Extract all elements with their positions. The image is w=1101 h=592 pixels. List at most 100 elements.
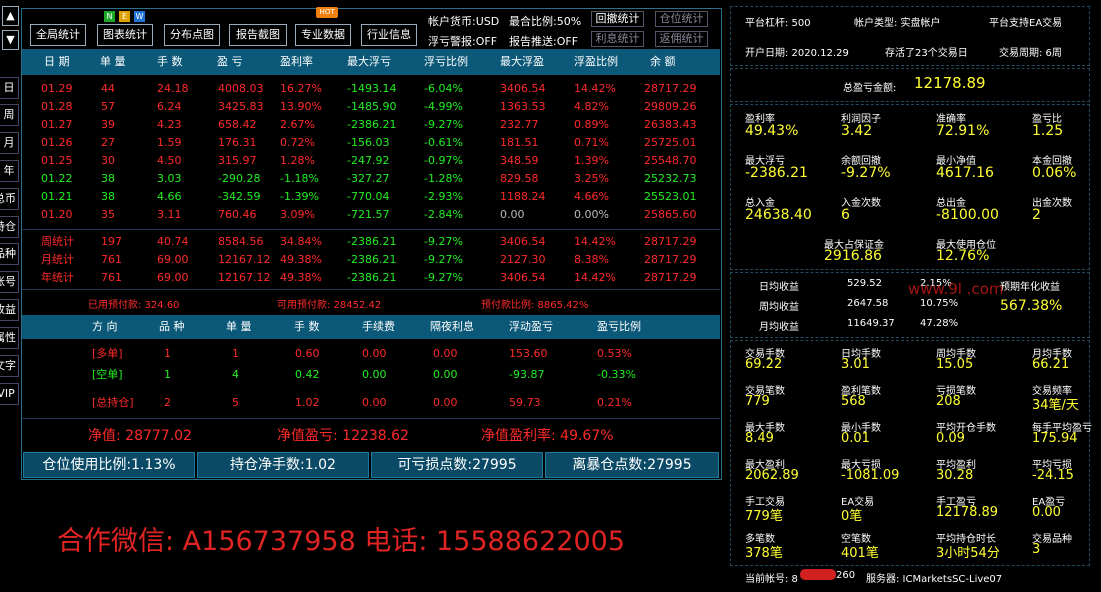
table-cell: -6.04% [424,82,463,95]
table-row[interactable]: 01.26 27 1.59 176.31 0.72% -156.03 -0.61% 181.5… [22,134,720,152]
position-cell: 0.21% [597,396,632,409]
distribution-button[interactable]: 分布点图 [164,24,220,46]
stat-value: 8.49 [745,431,774,446]
table-row[interactable]: 01.21 38 4.66 -342.59 -1.39% -770.04 -2.93% 118… [22,188,720,206]
summary-row[interactable]: 周统计 197 40.74 8584.56 34.84% -2386.21 -9.27% 34… [22,233,720,251]
table-cell: 1.59 [157,136,182,149]
tab-symbols[interactable]: 品种 [0,243,19,265]
yield-label: 月均收益 [759,322,799,333]
interest-stats-button[interactable]: 利息统计 [591,31,644,47]
leverage: 平台杠杆: 500 [745,18,811,29]
table-cell: -2.84% [424,208,463,221]
summary-cell: 周统计 [41,235,74,248]
table-row[interactable]: 01.28 57 6.24 3425.83 13.90% -1485.90 -4.99% 13… [22,98,720,116]
col-max-float-profit: 最大浮盈 [500,55,544,68]
report-screenshot-button[interactable]: 报告截图 [229,24,287,46]
summary-row[interactable]: 年统计 761 69.00 12167.12 49.38% -2386.21 -9.27% 3… [22,269,720,287]
table-cell: 4.66 [157,190,182,203]
hot-badge: HOT [316,7,338,18]
tab-account[interactable]: 账号 [0,271,19,293]
position-stats-button[interactable]: 仓位统计 [655,11,708,27]
col-direction: 方 向 [92,320,118,333]
open-date: 开户日期: 2020.12.29 [745,48,849,59]
tab-vip[interactable]: VIP [0,383,19,405]
table-cell: 4.50 [157,154,182,167]
pro-data-button[interactable]: 专业数据 [295,24,351,46]
table-cell: 01.28 [41,100,73,113]
position-cell: 0.00 [433,368,458,381]
position-cell: -93.87 [509,368,545,381]
currency-status: 帐户货币:USD [428,15,500,28]
scroll-down-button[interactable]: ▼ [2,30,19,50]
col-float-loss-ratio: 浮亏比例 [424,55,468,68]
position-cell: 59.73 [509,396,541,409]
industry-info-button[interactable]: 行业信息 [361,24,417,46]
table-row[interactable]: 01.20 35 3.11 760.46 3.09% -721.57 -2.84% 0.00 0… [22,206,720,224]
stat-value: 0.01 [841,431,870,446]
summary-row[interactable]: 月统计 761 69.00 12167.12 49.38% -2386.21 -9.27% 2… [22,251,720,269]
stat-value: 69.22 [745,357,783,372]
contact-watermark: 合作微信: A156737958 电话: 15588622005 [57,526,625,557]
chart-stats-button[interactable]: 图表统计 [97,24,153,46]
summary-cell: 8.38% [574,253,609,266]
stat-value: 779 [745,394,770,409]
tab-text[interactable]: 文字 [0,355,19,377]
table-cell: 38 [101,172,115,185]
metric-value: 3.42 [841,123,873,139]
global-stats-button[interactable]: 全局统计 [30,24,86,46]
stat-value: 208 [936,394,961,409]
table-cell: 0.00 [500,208,525,221]
metric-value: -8100.00 [936,207,999,223]
table-cell: 176.31 [218,136,257,149]
float-alert-status: 浮亏警报:OFF [428,35,498,48]
net-lots-button[interactable]: 持仓净手数:1.02 [197,452,369,478]
table-cell: 38 [101,190,115,203]
stat-value: 30.28 [936,468,974,483]
tab-day[interactable]: 日 [0,77,19,99]
table-cell: -2386.21 [347,118,397,131]
table-cell: 14.42% [574,82,616,95]
tab-attributes[interactable]: 属性 [0,327,19,349]
table-cell: -9.27% [424,118,463,131]
table-cell: 25232.73 [644,172,697,185]
blowup-points-button[interactable]: 离暴仓点数:27995 [545,452,719,478]
position-row[interactable]: [空单] 1 4 0.42 0.00 0.00 -93.87 -0.33% [22,366,720,384]
net-profit-rate: 净值盈利率: 49.67% [481,428,614,444]
position-row[interactable]: [多单] 1 1 0.60 0.00 0.00 153.60 0.53% [22,345,720,363]
divider [22,289,720,290]
table-row[interactable]: 01.27 39 4.23 658.42 2.67% -2386.21 -9.27% 232.… [22,116,720,134]
tab-currency[interactable]: 总币 [0,188,19,210]
col-lots: 手 数 [294,320,320,333]
server-name: 服务器: ICMarketsSC-Live07 [866,574,1003,585]
drawdown-stats-button[interactable]: 回撤统计 [591,11,644,27]
stat-value: 2062.89 [745,468,799,483]
yield-value: 2647.58 [847,298,889,309]
scroll-up-button[interactable]: ▲ [2,6,19,26]
net-value: 净值: 28777.02 [88,428,192,444]
table-row[interactable]: 01.29 44 24.18 4008.03 16.27% -1493.14 -6.04% 3… [22,80,720,98]
table-cell: 25725.01 [644,136,697,149]
position-cell: 153.60 [509,347,548,360]
position-usage-button[interactable]: 仓位使用比例:1.13% [23,452,195,478]
tab-week[interactable]: 周 [0,104,19,126]
summary-cell: -2386.21 [347,271,397,284]
tab-month[interactable]: 月 [0,132,19,154]
table-cell: 4.82% [574,100,609,113]
position-cell: -0.33% [597,368,636,381]
col-pnl-ratio: 盈亏比例 [597,320,641,333]
table-cell: 1188.24 [500,190,546,203]
position-row[interactable]: [总持仓] 2 5 1.02 0.00 0.00 59.73 0.21% [22,394,720,412]
table-cell: 13.90% [280,100,322,113]
table-row[interactable]: 01.25 30 4.50 315.97 1.28% -247.92 -0.97% 348.5… [22,152,720,170]
tab-year[interactable]: 年 [0,160,19,182]
table-row[interactable]: 01.22 38 3.03 -290.28 -1.18% -327.27 -1.28% 829… [22,170,720,188]
metric-value: 49.43% [745,123,799,139]
tab-earnings[interactable]: 收益 [0,299,19,321]
summary-cell: 49.38% [280,253,322,266]
stat-value: 401笔 [841,546,879,561]
table-cell: -1485.90 [347,100,397,113]
rebate-stats-button[interactable]: 返佣统计 [655,31,708,47]
loss-points-button[interactable]: 可亏损点数:27995 [371,452,543,478]
table-cell: -1493.14 [347,82,397,95]
tab-holdings[interactable]: 持仓 [0,216,19,238]
